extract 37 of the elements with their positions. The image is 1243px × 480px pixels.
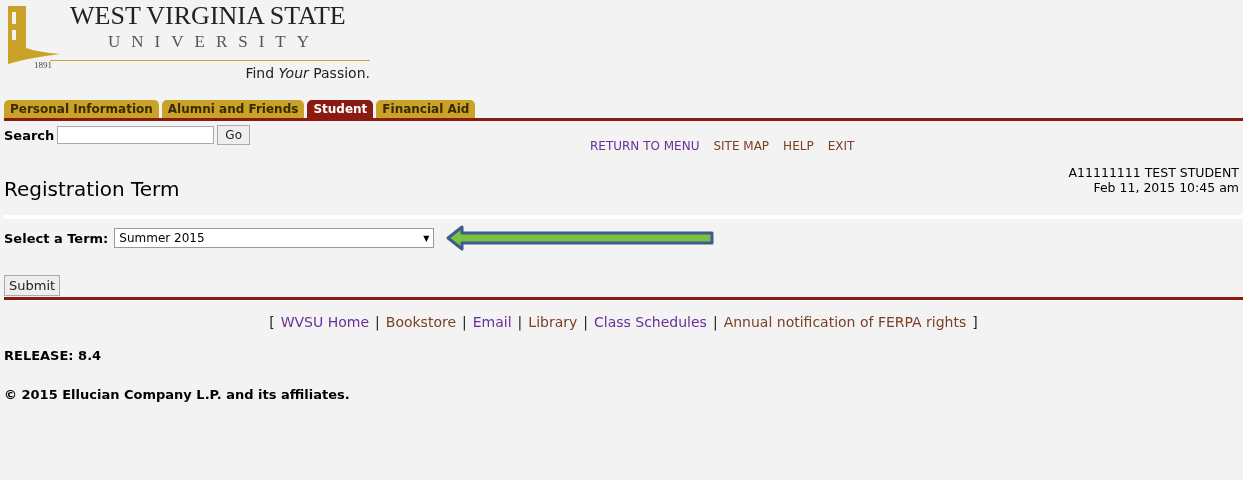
footer-link[interactable]: WVSU Home: [280, 314, 370, 330]
logo-subtitle: UNIVERSITY: [107, 32, 321, 52]
nav-tab[interactable]: Financial Aid: [376, 100, 476, 118]
bracket: ]: [972, 314, 978, 330]
term-label: Select a Term:: [4, 230, 109, 246]
user-name: A11111111 TEST STUDENT: [1068, 165, 1239, 180]
menu-link[interactable]: SITE MAP: [713, 139, 770, 153]
menu-link[interactable]: RETURN TO MENU: [589, 139, 700, 153]
menu-link[interactable]: EXIT: [827, 139, 855, 153]
separator: |: [712, 314, 718, 330]
separator: |: [462, 314, 467, 330]
footer-link[interactable]: Library: [528, 314, 578, 330]
footer-link[interactable]: Annual notification of FERPA rights: [723, 314, 967, 330]
date-time: Feb 11, 2015 10:45 am: [1093, 180, 1239, 195]
footer-link[interactable]: Class Schedules: [594, 314, 707, 330]
search-label: Search: [4, 127, 55, 143]
page-title: Registration Term: [4, 177, 180, 201]
term-dropdown[interactable]: Summer 2015 ▼: [114, 228, 435, 248]
release-text: RELEASE: 8.4: [4, 348, 103, 363]
footer-link[interactable]: Bookstore: [385, 314, 457, 330]
search-field[interactable]: [57, 126, 215, 144]
arrow-icon: [446, 225, 717, 251]
separator: |: [375, 314, 380, 330]
footer-link[interactable]: Email: [472, 314, 512, 330]
separator: |: [517, 314, 523, 330]
separator: |: [583, 314, 588, 330]
menu-link[interactable]: HELP: [783, 139, 814, 153]
logo-name: WEST VIRGINIA STATE: [70, 0, 347, 32]
copyright-text: © 2015 Ellucian Company L.P. and its affiliates.: [4, 387, 351, 402]
go-button[interactable]: Go: [217, 125, 250, 145]
submit-button[interactable]: Submit: [4, 275, 61, 296]
nav-tab[interactable]: Alumni and Friends: [161, 100, 305, 118]
logo-year: 1891: [34, 60, 52, 70]
bracket: [: [269, 314, 275, 330]
nav-tab[interactable]: Student: [307, 100, 374, 118]
logo-tagline: Find Your Passion.: [245, 65, 370, 81]
nav-tab[interactable]: Personal Information: [4, 100, 159, 118]
